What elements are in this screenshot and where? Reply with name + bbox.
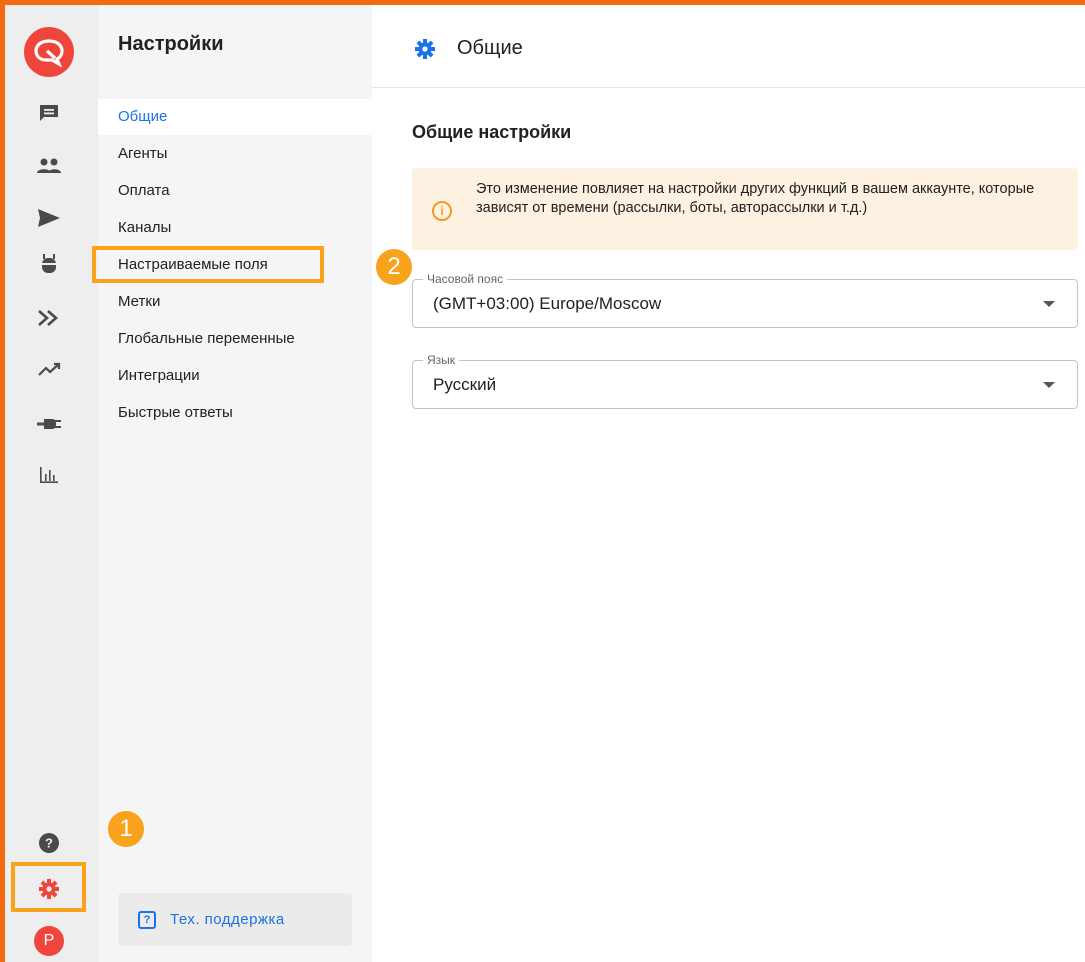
nav-item-integrations[interactable]: Интеграции [98, 358, 372, 394]
app-logo-icon[interactable] [24, 27, 74, 77]
main-panel: Общие Общие настройки i Это изменение по… [372, 5, 1085, 962]
integration-plug-icon[interactable] [35, 410, 63, 438]
user-avatar[interactable]: P [34, 926, 64, 956]
custom-fields-highlight-box [92, 246, 324, 283]
timezone-select[interactable]: Часовой пояс (GMT+03:00) Europe/Moscow [412, 271, 1078, 328]
support-button[interactable]: ? Тех. поддержка [118, 893, 352, 946]
analytics-icon[interactable] [35, 355, 63, 383]
agents-icon[interactable] [35, 152, 63, 180]
nav-item-tags[interactable]: Метки [98, 284, 372, 320]
info-icon: i [432, 201, 452, 221]
help-icon[interactable]: ? [35, 829, 63, 857]
nav-item-channels[interactable]: Каналы [98, 210, 372, 246]
nav-item-quick-replies[interactable]: Быстрые ответы [98, 395, 372, 431]
automation-icon[interactable] [35, 304, 63, 332]
nav-item-global-variables[interactable]: Глобальные переменные [98, 321, 372, 357]
language-label: Язык [423, 352, 460, 368]
language-select[interactable]: Язык Русский [412, 352, 1078, 409]
send-icon[interactable] [35, 204, 63, 232]
step-badge-2: 2 [376, 249, 412, 285]
timezone-label: Часовой пояс [423, 271, 508, 287]
language-value: Русский [433, 375, 497, 394]
bot-icon[interactable] [35, 250, 63, 278]
section-title: Общие настройки [412, 122, 572, 142]
timezone-value: (GMT+03:00) Europe/Moscow [433, 294, 662, 313]
svg-text:?: ? [45, 836, 53, 851]
alert-message: Это изменение повлияет на настройки друг… [476, 181, 1035, 216]
support-question-icon: ? [138, 910, 156, 929]
header: Общие [372, 5, 1085, 88]
nav-item-agents[interactable]: Агенты [98, 136, 372, 172]
icon-rail: ? P [5, 5, 98, 962]
settings-highlight-box [11, 862, 86, 912]
reports-icon[interactable] [35, 461, 63, 489]
nav-item-general[interactable]: Общие [98, 99, 372, 135]
settings-gear-icon [415, 39, 435, 59]
settings-nav-title: Настройки [118, 33, 224, 55]
chat-icon[interactable] [35, 99, 63, 127]
warning-alert: i Это изменение повлияет на настройки др… [412, 168, 1078, 250]
step-badge-1: 1 [108, 811, 144, 847]
page-title: Общие [457, 37, 523, 59]
nav-item-payment[interactable]: Оплата [98, 173, 372, 209]
support-label: Тех. поддержка [170, 911, 285, 928]
chevron-down-icon [1043, 301, 1055, 307]
chevron-down-icon [1043, 382, 1055, 388]
